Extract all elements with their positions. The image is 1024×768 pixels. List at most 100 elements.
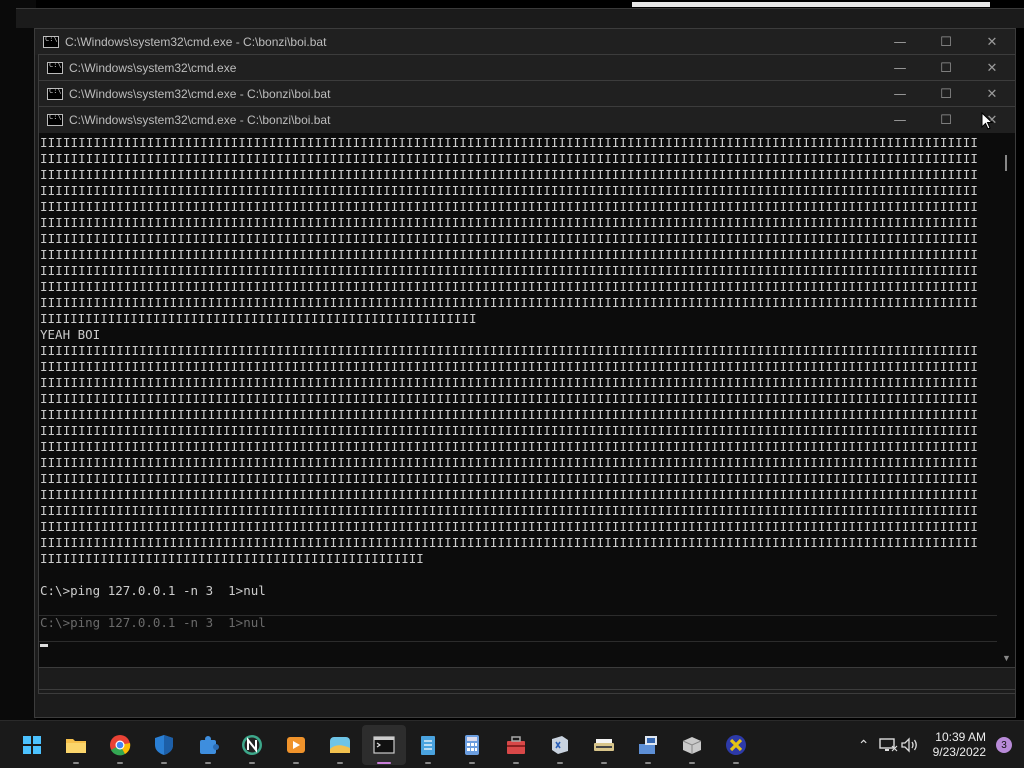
maximize-button[interactable]: ☐	[923, 55, 969, 81]
calculator-icon	[465, 735, 479, 755]
x-app-icon	[726, 735, 746, 755]
taskbar-button-calculator[interactable]	[450, 725, 494, 765]
titlebar[interactable]: C:\Windows\system32\cmd.exe - C:\bonzi\b…	[35, 29, 1015, 55]
text-cursor	[40, 644, 48, 647]
n-app-icon	[242, 735, 262, 755]
taskbar: ⌃ 10:39 AM 9/23/2022 3	[0, 720, 1024, 768]
taskbar-button-notepad[interactable]	[406, 725, 450, 765]
taskbar-button-chrome[interactable]	[98, 725, 142, 765]
console-output[interactable]: IIIIIIIIIIIIIIIIIIIIIIIIIIIIIIIIIIIIIIII…	[39, 135, 997, 667]
console-line: IIIIIIIIIIIIIIIIIIIIIIIIIIIIIIIIIIIIIIII…	[40, 135, 978, 150]
network-app-icon	[639, 736, 657, 754]
vertical-scrollbar[interactable]: ▼	[997, 135, 1015, 667]
scrollbar-thumb[interactable]	[1005, 155, 1007, 171]
taskbar-button-toolbox[interactable]	[494, 725, 538, 765]
console-line: IIIIIIIIIIIIIIIIIIIIIIIIIIIIIIIIIIIIIIII…	[40, 439, 978, 454]
mouse-pointer-icon	[981, 112, 993, 130]
console-line: IIIIIIIIIIIIIIIIIIIIIIIIIIIIIIIIIIIIIIII…	[40, 423, 978, 438]
console-line: IIIIIIIIIIIIIIIIIIIIIIIIIIIIIIIIIIIIIIII…	[40, 471, 978, 486]
yeah-boi-line: YEAH BOI	[40, 327, 101, 342]
running-indicator	[733, 762, 739, 764]
running-indicator	[117, 762, 123, 764]
running-indicator	[689, 762, 695, 764]
console-line: IIIIIIIIIIIIIIIIIIIIIIIIIIIIIIIIIIIIIIII…	[40, 519, 978, 534]
titlebar[interactable]: C:\Windows\system32\cmd.exe - C:\bonzi\b…	[39, 81, 1015, 107]
window-title: C:\Windows\system32\cmd.exe	[69, 61, 237, 75]
toolbox-icon	[507, 736, 525, 754]
photos-icon	[330, 737, 350, 753]
running-indicator	[161, 762, 167, 764]
taskbar-button-xp-app[interactable]	[538, 725, 582, 765]
running-indicator	[513, 762, 519, 764]
running-indicator	[205, 762, 211, 764]
clock[interactable]: 10:39 AM 9/23/2022	[933, 730, 986, 760]
close-button[interactable]: ✕	[969, 29, 1015, 55]
taskbar-button-cmd[interactable]	[362, 725, 406, 765]
window-title: C:\Windows\system32\cmd.exe - C:\bonzi\b…	[65, 35, 327, 49]
chevron-up-icon[interactable]: ⌃	[851, 737, 877, 754]
taskbar-button-puzzle-app[interactable]	[186, 725, 230, 765]
taskbar-button-x-app[interactable]	[714, 725, 758, 765]
minimize-button[interactable]: —	[877, 55, 923, 81]
console-line: IIIIIIIIIIIIIIIIIIIIIIIIIIIIIIIIIIIIIIII…	[40, 279, 978, 294]
clock-time: 10:39 AM	[935, 730, 986, 744]
notification-badge[interactable]: 3	[996, 737, 1012, 753]
running-indicator	[469, 762, 475, 764]
taskbar-button-start[interactable]	[10, 725, 54, 765]
console-line: IIIIIIIIIIIIIIIIIIIIIIIIIIIIIIIIIIIIIIII…	[40, 359, 978, 374]
titlebar[interactable]: C:\Windows\system32\cmd.exe — ☐ ✕	[39, 55, 1015, 81]
taskbar-button-network-app[interactable]	[626, 725, 670, 765]
file-explorer-icon	[66, 739, 86, 753]
console-line: IIIIIIIIIIIIIIIIIIIIIIIIIIIIIIIIIIIIIIII…	[40, 375, 978, 390]
maximize-button[interactable]: ☐	[923, 81, 969, 107]
cmd-icon	[373, 736, 395, 754]
maximize-button[interactable]: ☐	[923, 107, 969, 133]
background-window-strip	[632, 2, 990, 7]
maximize-button[interactable]: ☐	[923, 29, 969, 55]
console-line: IIIIIIIIIIIIIIIIIIIIIIIIIIIIIIIIIIIIIIII…	[40, 407, 978, 422]
scanner-icon	[594, 739, 614, 751]
window-overlap-edge	[39, 615, 997, 616]
cmd-icon	[47, 87, 63, 100]
taskbar-button-photos[interactable]	[318, 725, 362, 765]
minimize-button[interactable]: —	[877, 107, 923, 133]
taskbar-button-file-explorer[interactable]	[54, 725, 98, 765]
minimize-button[interactable]: —	[877, 81, 923, 107]
console-line: IIIIIIIIIIIIIIIIIIIIIIIIIIIIIIIIIIIIIIII…	[40, 487, 978, 502]
taskbar-button-package[interactable]	[670, 725, 714, 765]
cursor-line	[40, 631, 997, 647]
console-line: IIIIIIIIIIIIIIIIIIIIIIIIIIIIIIIIIIIIIIII…	[40, 215, 978, 230]
clock-date: 9/23/2022	[932, 745, 986, 759]
titlebar[interactable]: C:\Windows\system32\cmd.exe - C:\bonzi\b…	[39, 107, 1015, 133]
xp-app-icon	[552, 736, 568, 754]
console-line: IIIIIIIIIIIIIIIIIIIIIIIIIIIIIIIIIIIIIIII…	[40, 551, 424, 566]
console-line: IIIIIIIIIIIIIIIIIIIIIIIIIIIIIIIIIIIIIIII…	[40, 311, 477, 326]
console-line: IIIIIIIIIIIIIIIIIIIIIIIIIIIIIIIIIIIIIIII…	[40, 183, 978, 198]
close-button[interactable]: ✕	[969, 81, 1015, 107]
console-line: IIIIIIIIIIIIIIIIIIIIIIIIIIIIIIIIIIIIIIII…	[40, 391, 978, 406]
console-line: IIIIIIIIIIIIIIIIIIIIIIIIIIIIIIIIIIIIIIII…	[40, 263, 978, 278]
desktop-background	[0, 0, 36, 720]
running-indicator	[601, 762, 607, 764]
volume-icon[interactable]	[899, 737, 921, 753]
taskbar-button-scanner[interactable]	[582, 725, 626, 765]
package-icon	[682, 737, 702, 754]
console-line: IIIIIIIIIIIIIIIIIIIIIIIIIIIIIIIIIIIIIIII…	[40, 199, 978, 214]
minimize-button[interactable]: —	[877, 29, 923, 55]
window-title: C:\Windows\system32\cmd.exe - C:\bonzi\b…	[69, 113, 331, 127]
console-line: IIIIIIIIIIIIIIIIIIIIIIIIIIIIIIIIIIIIIIII…	[40, 455, 978, 470]
console-line: IIIIIIIIIIIIIIIIIIIIIIIIIIIIIIIIIIIIIIII…	[40, 247, 978, 262]
scroll-down-arrow-icon[interactable]: ▼	[1002, 653, 1011, 663]
running-indicator	[377, 762, 391, 764]
close-button[interactable]: ✕	[969, 55, 1015, 81]
network-icon[interactable]	[877, 737, 899, 753]
taskbar-button-windows-security[interactable]	[142, 725, 186, 765]
notepad-icon	[421, 736, 435, 755]
running-indicator	[337, 762, 343, 764]
running-indicator	[557, 762, 563, 764]
taskbar-button-media-player[interactable]	[274, 725, 318, 765]
taskbar-button-n-app[interactable]	[230, 725, 274, 765]
cmd-window-4[interactable]: C:\Windows\system32\cmd.exe - C:\bonzi\b…	[38, 106, 1016, 668]
